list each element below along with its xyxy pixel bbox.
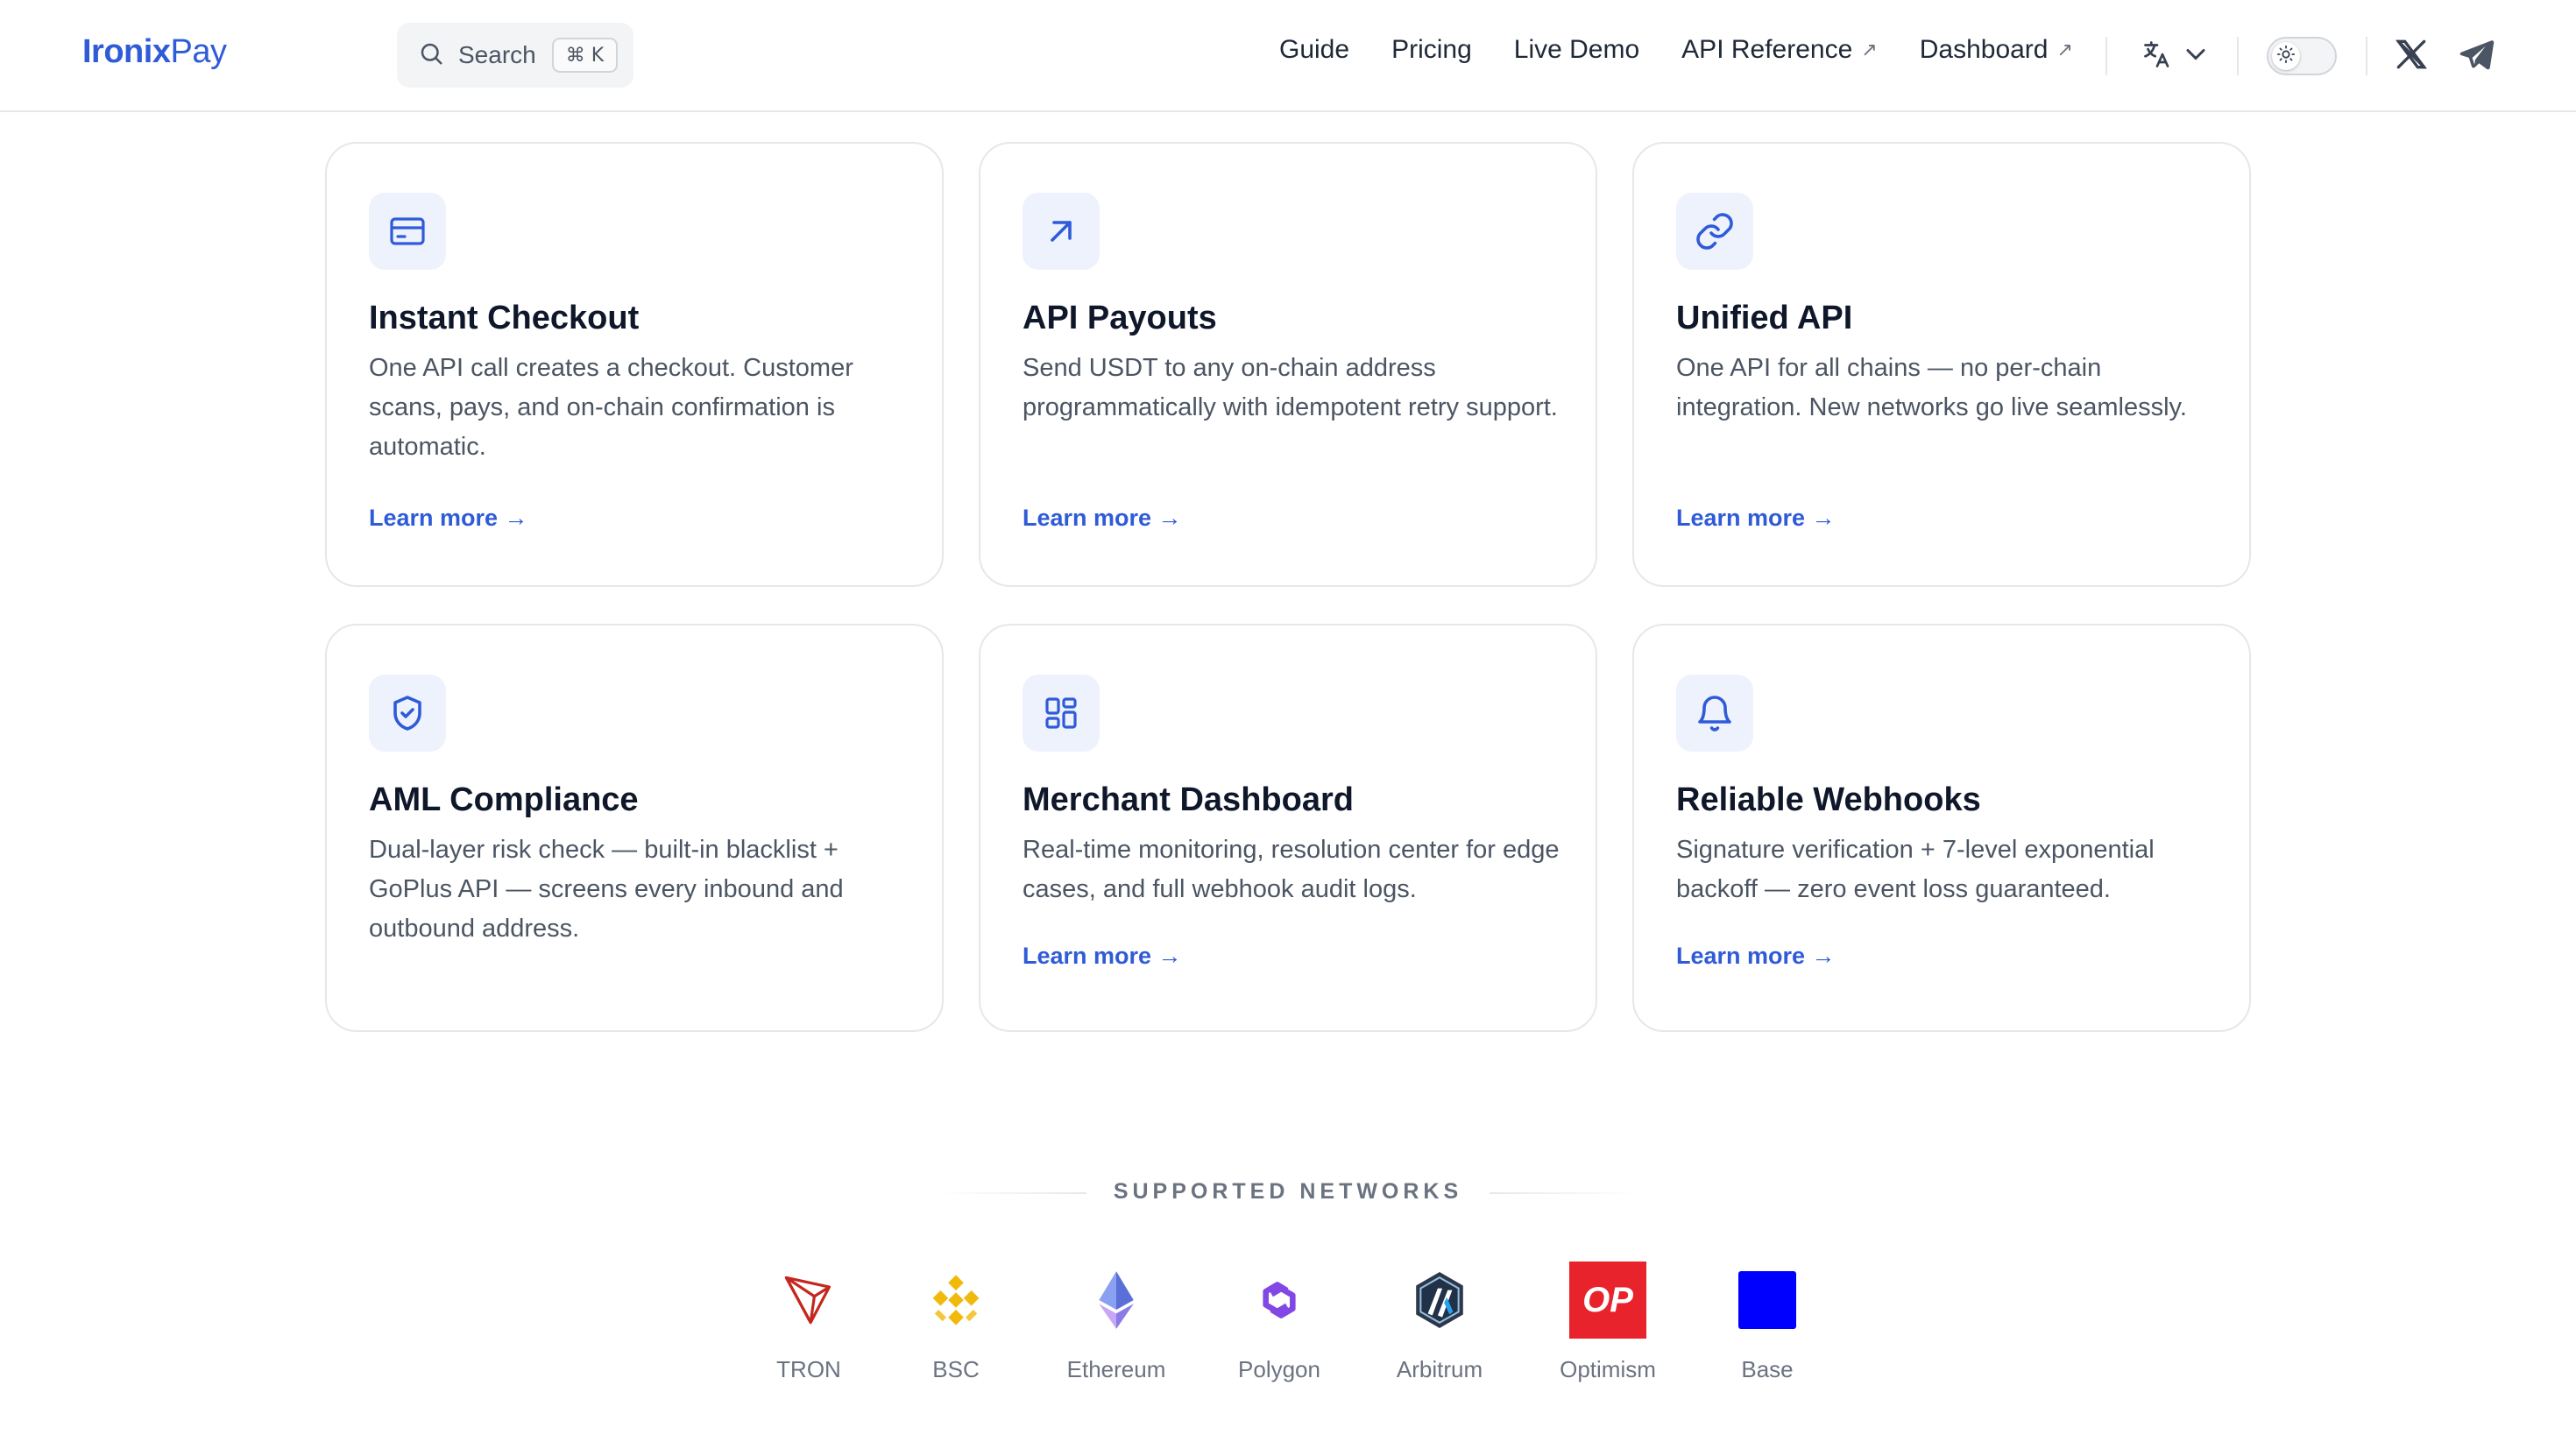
arrow-up-right-icon xyxy=(1023,193,1100,270)
search-shortcut: ⌘ K xyxy=(551,38,619,73)
feature-title: Reliable Webhooks xyxy=(1676,781,1981,818)
feature-card-aml-compliance: AML Compliance Dual-layer risk check — b… xyxy=(325,624,944,1032)
learn-more-link[interactable]: Learn more → xyxy=(1676,943,1836,970)
logo-secondary: Pay xyxy=(170,33,227,70)
network-ethereum[interactable]: Ethereum xyxy=(1037,1258,1195,1383)
feature-card-api-payouts: API Payouts Send USDT to any on-chain ad… xyxy=(979,142,1597,587)
network-name: Base xyxy=(1741,1356,1794,1382)
telegram-icon xyxy=(2457,40,2495,77)
network-bsc[interactable]: BSC xyxy=(877,1258,1035,1383)
optimism-logo: OP xyxy=(1529,1258,1687,1342)
nav-divider xyxy=(2366,37,2367,75)
network-base[interactable]: Base xyxy=(1688,1258,1846,1383)
nav-api-reference[interactable]: API Reference ↗ xyxy=(1681,35,1878,65)
feature-description: Dual-layer risk check — built-in blackli… xyxy=(369,836,844,943)
learn-more-link[interactable]: Learn more → xyxy=(1023,943,1182,970)
nav-pricing[interactable]: Pricing xyxy=(1391,35,1472,65)
nav-guide-label: Guide xyxy=(1279,35,1350,64)
external-link-icon: ↗ xyxy=(1861,39,1878,60)
sun-icon xyxy=(2276,45,2296,68)
feature-title: API Payouts xyxy=(1023,300,1217,336)
feature-description: One API for all chains — no per-chain in… xyxy=(1676,354,2187,421)
nav-pricing-label: Pricing xyxy=(1391,35,1472,64)
network-optimism[interactable]: OP Optimism xyxy=(1529,1258,1687,1383)
logo-primary: Ironix xyxy=(82,33,171,70)
polygon-logo xyxy=(1200,1258,1358,1342)
theme-toggle-knob xyxy=(2272,42,2300,70)
feature-description: One API call creates a checkout. Custome… xyxy=(369,354,853,461)
feature-card-merchant-dashboard: Merchant Dashboard Real-time monitoring,… xyxy=(979,624,1597,1032)
learn-more-link[interactable]: Learn more → xyxy=(1023,505,1182,532)
heading-divider-right xyxy=(1490,1192,1638,1194)
feature-card-unified-api: Unified API One API for all chains — no … xyxy=(1632,142,2251,587)
credit-card-icon xyxy=(369,193,446,270)
search-icon xyxy=(418,40,444,71)
link-icon xyxy=(1676,193,1753,270)
nav-divider xyxy=(2237,37,2239,75)
network-name: Optimism xyxy=(1560,1356,1656,1382)
language-switcher[interactable] xyxy=(2141,39,2212,74)
external-link-icon: ↗ xyxy=(2056,39,2073,60)
nav-dashboard-label: Dashboard xyxy=(1919,35,2049,64)
translate-icon xyxy=(2141,39,2173,74)
feature-description: Send USDT to any on-chain address progra… xyxy=(1023,354,1558,421)
feature-title: Unified API xyxy=(1676,300,1853,336)
x-twitter-link[interactable] xyxy=(2392,35,2431,78)
base-square xyxy=(1738,1271,1796,1329)
learn-more-link[interactable]: Learn more → xyxy=(1676,505,1836,532)
network-name: BSC xyxy=(932,1356,980,1382)
search-label: Search xyxy=(458,41,536,68)
networks-heading: SUPPORTED NETWORKS xyxy=(1113,1179,1463,1204)
feature-card-reliable-webhooks: Reliable Webhooks Signature verification… xyxy=(1632,624,2251,1032)
learn-more-link[interactable]: Learn more → xyxy=(369,505,528,532)
feature-description: Real-time monitoring, resolution center … xyxy=(1023,836,1560,903)
optimism-badge: OP xyxy=(1569,1262,1646,1339)
feature-description: Signature verification + 7-level exponen… xyxy=(1676,836,2155,903)
nav-api-reference-label: API Reference xyxy=(1681,35,1853,64)
nav-guide[interactable]: Guide xyxy=(1279,35,1349,65)
tron-logo xyxy=(730,1258,888,1342)
feature-card-instant-checkout: Instant Checkout One API call creates a … xyxy=(325,142,944,587)
bell-icon xyxy=(1676,675,1753,752)
feature-title: Merchant Dashboard xyxy=(1023,781,1354,818)
top-navbar: IronixPay Search ⌘ K Guide Pricing Live … xyxy=(0,0,2576,112)
x-twitter-icon xyxy=(2392,39,2431,77)
shield-check-icon xyxy=(369,675,446,752)
nav-live-demo[interactable]: Live Demo xyxy=(1514,35,1639,65)
nav-divider xyxy=(2105,37,2107,75)
brand-logo[interactable]: IronixPay xyxy=(82,33,227,71)
optimism-badge-text: OP xyxy=(1582,1280,1633,1319)
main-nav: Guide Pricing Live Demo API Reference ↗ D… xyxy=(1279,35,2115,65)
network-name: TRON xyxy=(776,1356,841,1382)
nav-live-demo-label: Live Demo xyxy=(1513,35,1640,64)
search-button[interactable]: Search ⌘ K xyxy=(397,23,633,88)
network-name: Polygon xyxy=(1238,1356,1320,1382)
chevron-down-icon xyxy=(2180,39,2212,74)
arbitrum-logo xyxy=(1361,1258,1518,1342)
feature-title: AML Compliance xyxy=(369,781,639,818)
feature-title: Instant Checkout xyxy=(369,300,640,336)
telegram-link[interactable] xyxy=(2457,35,2495,78)
ethereum-logo xyxy=(1037,1258,1195,1342)
network-name: Arbitrum xyxy=(1396,1356,1483,1382)
network-arbitrum[interactable]: Arbitrum xyxy=(1361,1258,1518,1383)
bsc-logo xyxy=(877,1258,1035,1342)
network-polygon[interactable]: Polygon xyxy=(1200,1258,1358,1383)
network-tron[interactable]: TRON xyxy=(730,1258,888,1383)
nav-dashboard[interactable]: Dashboard ↗ xyxy=(1920,35,2073,65)
dashboard-grid-icon xyxy=(1023,675,1100,752)
network-name: Ethereum xyxy=(1066,1356,1166,1382)
base-logo xyxy=(1688,1258,1846,1342)
theme-toggle[interactable] xyxy=(2267,37,2337,75)
